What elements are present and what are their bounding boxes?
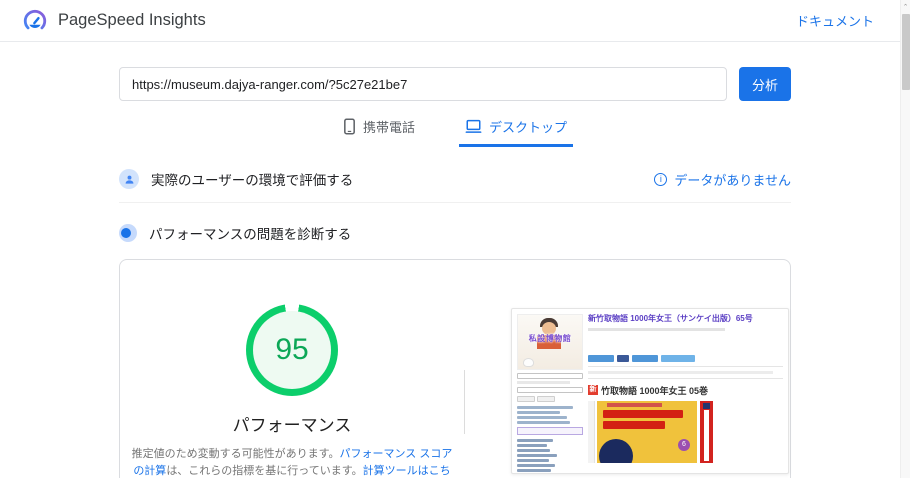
score-note-text2: は、これらの指標を基に行っています。: [166, 465, 363, 478]
thumb-nav-links: [517, 406, 583, 424]
phone-icon: [344, 118, 355, 135]
score-note-text: 推定値のため変動する可能性があります。: [131, 448, 340, 460]
lab-section-title: パフォーマンスの問題を診断する: [149, 227, 352, 242]
score-label: パフォーマンス: [232, 416, 352, 435]
laptop-icon: [465, 119, 482, 133]
card-divider: [464, 370, 465, 434]
device-tabs: 携帯電話 デスクトップ: [119, 113, 791, 147]
app-header: PageSpeed Insights ドキュメント: [0, 0, 910, 42]
thumb-select: [517, 373, 583, 379]
pagespeed-insights-page: PageSpeed Insights ドキュメント ⌃ 分析 携帯電話: [0, 0, 910, 478]
user-icon: [119, 169, 139, 189]
lab-section: パフォーマンスの問題を診断する: [119, 223, 791, 243]
app-title: PageSpeed Insights: [58, 11, 206, 29]
thumb-category-links: [517, 439, 583, 472]
field-data-status: i データがありません: [654, 170, 791, 189]
thumb-site-name: 私設博物館: [528, 334, 572, 343]
thumb-cover: 6: [588, 400, 783, 463]
analyze-form: 分析: [119, 67, 791, 101]
pagespeed-logo-icon: [23, 9, 47, 29]
thumb-category-box: [517, 427, 583, 435]
documentation-link[interactable]: ドキュメント: [796, 11, 874, 30]
scroll-up-icon[interactable]: ⌃: [901, 0, 910, 11]
analyze-button[interactable]: 分析: [739, 67, 791, 101]
field-section-title: 実際のユーザーの環境で評価する: [151, 173, 354, 188]
no-data-label[interactable]: データがありません: [674, 170, 791, 189]
score-gauge[interactable]: 95: [246, 304, 338, 396]
score-panel: 95 パフォーマンス 推定値のため変動する可能性があります。パフォーマンス スコ…: [120, 260, 464, 478]
thumb-site-header: 私設博物館: [517, 314, 583, 370]
gauge-icon: [119, 224, 137, 242]
comic-spine: [700, 400, 713, 463]
page-thumbnail: 私設博物館 新竹取物語 1000年女王（サンケイ出版）65号 新 竹取物語 10…: [511, 308, 789, 474]
new-badge: 新: [588, 385, 598, 396]
url-input[interactable]: [119, 67, 727, 101]
tab-mobile-label: 携帯電話: [362, 120, 415, 135]
thumb-search: [517, 387, 583, 393]
thumb-share-buttons: [588, 354, 783, 362]
tab-mobile[interactable]: 携帯電話: [337, 113, 421, 147]
comic-cover: 6: [597, 400, 697, 463]
scrollbar[interactable]: ⌃: [900, 0, 910, 478]
scrollbar-thumb[interactable]: [902, 14, 910, 90]
thumb-content: 新竹取物語 1000年女王（サンケイ出版）65号 新 竹取物語 1000年女王 …: [588, 314, 783, 468]
cover-volume-number: 6: [678, 438, 690, 451]
field-data-section: 実際のユーザーの環境で評価する i データがありません: [119, 169, 791, 203]
thumb-sidebar: 私設博物館: [517, 314, 583, 472]
info-icon[interactable]: i: [654, 172, 668, 186]
performance-card: 95 パフォーマンス 推定値のため変動する可能性があります。パフォーマンス スコ…: [119, 259, 791, 478]
thumb-post-heading: 新 竹取物語 1000年女王 05巻: [588, 385, 709, 396]
score-value: 95: [275, 333, 309, 366]
tab-desktop-label: デスクトップ: [489, 120, 568, 135]
thumb-post-title: 新竹取物語 1000年女王（サンケイ出版）65号: [588, 314, 753, 323]
score-note: 推定値のため変動する可能性があります。パフォーマンス スコアの計算は、これらの指…: [127, 446, 457, 478]
main-column: 分析 携帯電話 デスクトップ: [119, 67, 791, 478]
tab-desktop[interactable]: デスクトップ: [459, 113, 574, 147]
